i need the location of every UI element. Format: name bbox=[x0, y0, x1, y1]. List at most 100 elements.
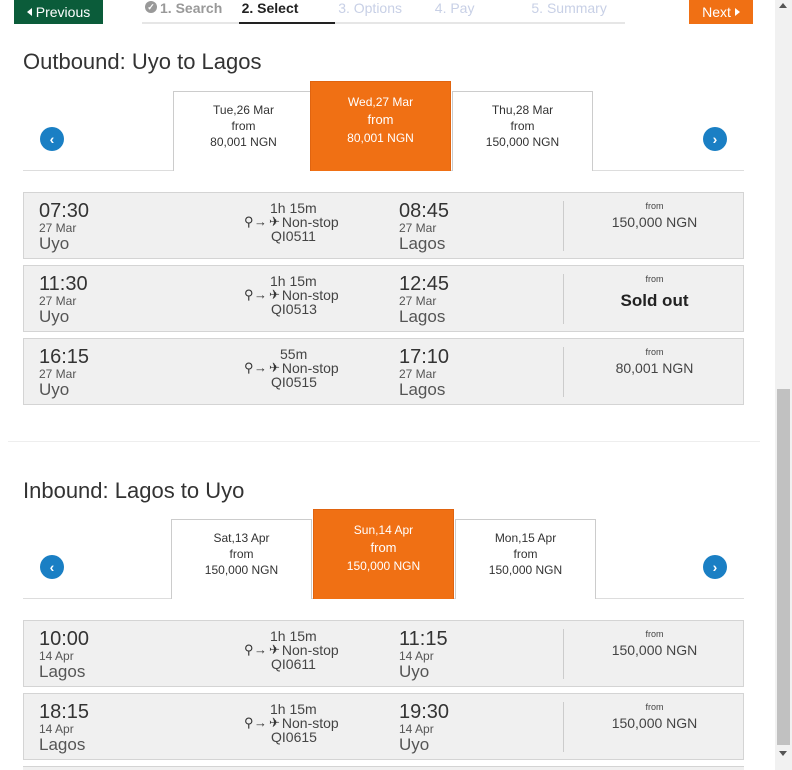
arrival-time: 08:45 bbox=[399, 200, 450, 222]
date-label: Mon,15 Apr bbox=[494, 531, 557, 545]
stops-label: Non-stop bbox=[281, 715, 339, 731]
scroll-up-icon[interactable] bbox=[779, 3, 787, 8]
date-option[interactable]: Thu,28 Mar from 150,000 NGN bbox=[452, 91, 593, 171]
date-price: 150,000 NGN bbox=[204, 563, 279, 577]
flight-number: QI0615 bbox=[271, 729, 317, 745]
outbound-heading: Outbound: Uyo to Lagos bbox=[23, 49, 262, 74]
fare-price[interactable]: from 150,000 NGN bbox=[564, 201, 745, 230]
airplane-icon: ✈ bbox=[269, 287, 280, 302]
from-label: from bbox=[229, 547, 254, 561]
arrival-date: 27 Mar bbox=[399, 221, 437, 235]
next-dates-arrow-icon[interactable]: › bbox=[703, 127, 727, 151]
flight-number: QI0511 bbox=[271, 228, 316, 244]
scroll-down-icon[interactable] bbox=[779, 751, 787, 756]
step-search[interactable]: ✓ 1. Search bbox=[142, 0, 239, 22]
flight-info: 1h 15m ⚲ → ✈ Non-stop QI0611 bbox=[244, 629, 364, 671]
step-summary: 5. Summary bbox=[528, 0, 625, 22]
next-dates-arrow-icon[interactable]: › bbox=[703, 555, 727, 579]
flight-row[interactable]: 10:00 14 Apr Lagos 1h 15m ⚲ → ✈ Non-stop… bbox=[23, 620, 744, 687]
map-pin-icon: ⚲ bbox=[244, 360, 254, 375]
step-options: 3. Options bbox=[335, 0, 432, 22]
airplane-icon: ✈ bbox=[269, 715, 280, 730]
map-pin-icon: ⚲ bbox=[244, 214, 254, 229]
flight-info: 1h 15m ⚲ → ✈ Non-stop QI0511 bbox=[244, 201, 364, 243]
prev-dates-arrow-icon[interactable]: ‹ bbox=[40, 127, 64, 151]
inbound-heading: Inbound: Lagos to Uyo bbox=[23, 478, 245, 503]
date-price: 80,001 NGN bbox=[210, 135, 277, 149]
from-label: from bbox=[645, 702, 664, 712]
fare-price[interactable]: from 150,000 NGN bbox=[564, 629, 745, 658]
date-label: Sun,14 Apr bbox=[353, 523, 414, 537]
flight-row[interactable]: 07:30 27 Mar Uyo 1h 15m ⚲ → ✈ Non-stop Q… bbox=[23, 192, 744, 259]
step-label: 4. Pay bbox=[434, 0, 475, 16]
scrollbar[interactable] bbox=[775, 0, 792, 770]
next-button[interactable]: Next bbox=[689, 0, 753, 24]
arrow-right-icon: → bbox=[254, 360, 267, 375]
date-option[interactable]: Tue,26 Mar from 80,001 NGN bbox=[173, 91, 314, 171]
date-label: Thu,28 Mar bbox=[491, 103, 554, 117]
stops-label: Non-stop bbox=[281, 360, 339, 376]
from-label: from bbox=[370, 540, 397, 555]
flight-row[interactable]: 18:15 14 Apr Lagos 1h 15m ⚲ → ✈ Non-stop… bbox=[23, 693, 744, 760]
stops-label: Non-stop bbox=[281, 214, 339, 230]
arrival-city: Lagos bbox=[399, 307, 446, 326]
fare-price[interactable]: from 150,000 NGN bbox=[564, 702, 745, 731]
flight-row[interactable]: 11:30 27 Mar Uyo 1h 15m ⚲ → ✈ Non-stop Q… bbox=[23, 265, 744, 332]
previous-button[interactable]: Previous bbox=[14, 0, 103, 24]
sold-out-label: Sold out bbox=[620, 291, 689, 310]
departure-city: Lagos bbox=[39, 735, 86, 754]
fare-price[interactable]: from 80,001 NGN bbox=[564, 347, 745, 376]
flight-info: 1h 15m ⚲ → ✈ Non-stop QI0513 bbox=[244, 274, 364, 316]
date-price: 80,001 NGN bbox=[347, 131, 414, 145]
departure: 10:00 14 Apr Lagos bbox=[39, 629, 89, 680]
arrival-time: 19:30 bbox=[399, 701, 450, 723]
airplane-icon: ✈ bbox=[269, 360, 280, 375]
departure-date: 14 Apr bbox=[39, 722, 74, 736]
arrival: 19:30 14 Apr Uyo bbox=[399, 702, 449, 753]
prev-dates-arrow-icon[interactable]: ‹ bbox=[40, 555, 64, 579]
departure: 11:30 27 Mar Uyo bbox=[39, 274, 88, 325]
step-label: 3. Options bbox=[338, 0, 403, 16]
date-option[interactable]: Mon,15 Apr from 150,000 NGN bbox=[455, 519, 596, 599]
inbound-date-carousel: ‹ Sat,13 Apr from 150,000 NGN Sun,14 Apr… bbox=[23, 509, 744, 599]
arrival-city: Lagos bbox=[399, 380, 446, 399]
arrival-date: 14 Apr bbox=[399, 722, 434, 736]
from-label: from bbox=[645, 201, 664, 211]
departure: 18:15 14 Apr Lagos bbox=[39, 702, 89, 753]
flight-row[interactable]: 16:15 27 Mar Uyo 55m ⚲ → ✈ Non-stop QI05… bbox=[23, 338, 744, 405]
map-pin-icon: ⚲ bbox=[244, 715, 254, 730]
departure-time: 11:30 bbox=[39, 273, 88, 295]
flight-duration: 1h 15m bbox=[270, 701, 317, 717]
arrival-date: 27 Mar bbox=[399, 367, 437, 381]
arrival: 12:45 27 Mar Lagos bbox=[399, 274, 449, 325]
arrival-date: 27 Mar bbox=[399, 294, 437, 308]
caret-right-icon bbox=[734, 8, 740, 16]
departure: 07:30 27 Mar Uyo bbox=[39, 201, 89, 252]
arrival: 17:10 27 Mar Lagos bbox=[399, 347, 449, 398]
departure: 16:15 27 Mar Uyo bbox=[39, 347, 89, 398]
step-select: 2. Select bbox=[238, 0, 336, 24]
map-pin-icon: ⚲ bbox=[244, 287, 254, 302]
outbound-date-carousel: ‹ Tue,26 Mar from 80,001 NGN Wed,27 Mar … bbox=[23, 81, 744, 171]
step-pay: 4. Pay bbox=[432, 0, 529, 22]
arrival-time: 11:15 bbox=[399, 628, 448, 650]
departure-time: 07:30 bbox=[39, 200, 90, 222]
map-pin-icon: ⚲ bbox=[244, 642, 254, 657]
departure-city: Lagos bbox=[39, 662, 86, 681]
price-amount: 150,000 NGN bbox=[611, 642, 698, 658]
scrollbar-thumb[interactable] bbox=[777, 389, 790, 745]
departure-city: Uyo bbox=[39, 234, 70, 253]
arrival-time: 12:45 bbox=[399, 273, 450, 295]
date-label: Wed,27 Mar bbox=[347, 95, 414, 109]
price-amount: 80,001 NGN bbox=[615, 360, 694, 376]
arrival-date: 14 Apr bbox=[399, 649, 434, 663]
date-price: 150,000 NGN bbox=[485, 135, 560, 149]
section-divider bbox=[8, 441, 760, 442]
date-option-selected[interactable]: Sun,14 Apr from 150,000 NGN bbox=[313, 509, 454, 599]
date-option[interactable]: Sat,13 Apr from 150,000 NGN bbox=[171, 519, 312, 599]
flight-info: 1h 15m ⚲ → ✈ Non-stop QI0615 bbox=[244, 702, 364, 744]
date-option-selected[interactable]: Wed,27 Mar from 80,001 NGN bbox=[310, 81, 451, 171]
departure-date: 14 Apr bbox=[39, 649, 74, 663]
from-label: from bbox=[645, 347, 664, 357]
previous-label: Previous bbox=[35, 4, 91, 20]
